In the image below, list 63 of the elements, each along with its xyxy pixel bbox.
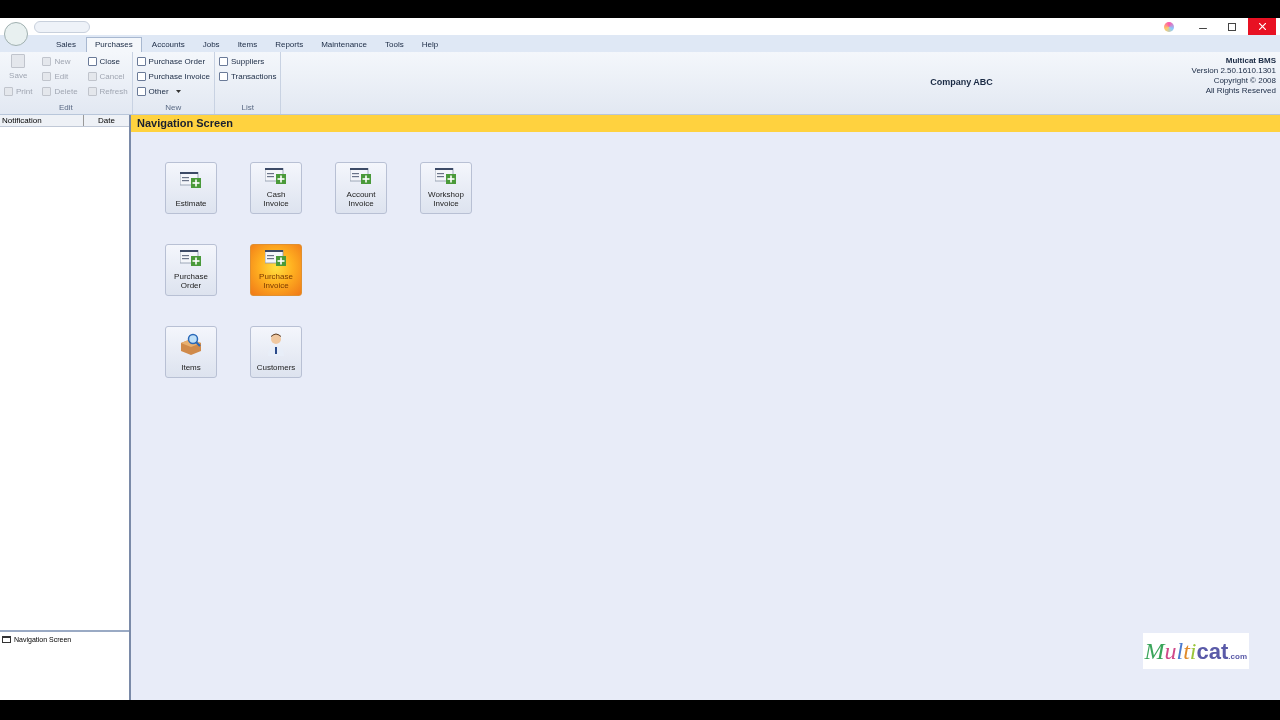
form-add-icon <box>435 167 457 184</box>
menu-tab[interactable]: Purchases <box>86 37 142 52</box>
logo-letter: i <box>1189 637 1197 666</box>
menu-tab[interactable]: Accounts <box>143 37 193 52</box>
navigation-tile[interactable]: Cash Invoice <box>250 162 302 214</box>
navigation-tile[interactable]: Purchase Order <box>165 244 217 296</box>
column-header[interactable]: Notification <box>0 115 84 126</box>
about-text: All Rights Reserved <box>1205 86 1276 96</box>
ribbon-button[interactable]: Other <box>136 84 210 99</box>
ribbon-item-icon <box>4 87 13 96</box>
navigation-tile[interactable]: Estimate <box>165 162 217 214</box>
colorful-dots-icon <box>1164 21 1174 32</box>
menu-tab[interactable]: Maintenance <box>313 37 375 52</box>
about-text: Version 2.50.1610.1301 <box>1191 66 1276 76</box>
logo-letter: t <box>1183 637 1190 666</box>
form-add-icon <box>265 249 287 266</box>
logo-letter: M <box>1144 637 1165 666</box>
ribbon-button[interactable]: Close <box>87 54 128 69</box>
form-add-icon <box>180 172 202 188</box>
menu-tab[interactable]: Jobs <box>194 37 228 52</box>
ribbon-group-label: New <box>164 102 183 114</box>
logo-letter: cat <box>1196 638 1229 666</box>
window-icon <box>2 636 11 643</box>
navigation-tile[interactable]: Workshop Invoice <box>420 162 472 214</box>
restore-button[interactable] <box>1228 22 1236 31</box>
quick-access-toolbar <box>34 20 90 33</box>
ribbon-button[interactable]: Purchase Order <box>136 54 210 69</box>
company-name: Company ABC <box>930 76 993 90</box>
box-magnifier-icon <box>179 333 203 355</box>
column-header[interactable]: Date <box>84 115 129 126</box>
tile-label: Customers <box>256 363 296 372</box>
menu-tab[interactable]: Tools <box>377 37 412 52</box>
tile-label: Account Invoice <box>345 190 377 208</box>
menu-tab[interactable]: Reports <box>267 37 312 52</box>
navigation-tile[interactable]: Purchase Invoice <box>250 244 302 296</box>
ribbon-button[interactable]: Suppliers <box>218 54 277 69</box>
about-text: Multicat BMS <box>1225 56 1276 66</box>
menu-tab[interactable]: Sales <box>48 37 84 52</box>
ribbon-button[interactable]: Purchase Invoice <box>136 69 210 84</box>
tile-label: Items <box>180 363 202 372</box>
close-icon <box>1258 23 1266 30</box>
logo-letter: l <box>1176 637 1184 666</box>
tile-label: Estimate <box>174 199 208 208</box>
navigation-tile[interactable]: Account Invoice <box>335 162 387 214</box>
menu-tab[interactable]: Help <box>413 37 447 52</box>
close-button[interactable] <box>1248 18 1276 35</box>
form-add-icon <box>265 167 287 184</box>
navigation-tile[interactable]: Items <box>165 326 217 378</box>
navigation-tile[interactable]: Customers <box>250 326 302 378</box>
form-add-icon <box>180 249 202 266</box>
tile-label: Cash Invoice <box>262 190 290 208</box>
menu-tab[interactable]: Items <box>229 37 266 52</box>
ribbon-group-label: List <box>240 102 255 114</box>
logo-letter: u <box>1164 637 1177 666</box>
ribbon-button[interactable]: Transactions <box>218 69 277 84</box>
logo-letter: .com <box>1228 652 1247 663</box>
tile-label: Workshop Invoice <box>427 190 465 208</box>
tile-label: Purchase Invoice <box>258 272 294 290</box>
form-add-icon <box>350 167 372 184</box>
screen-header: Navigation Screen <box>131 115 1280 132</box>
tile-label: Purchase Order <box>173 272 209 290</box>
ribbon-group-label: Edit <box>57 102 74 114</box>
about-text: Copyright © 2008 <box>1213 76 1276 86</box>
